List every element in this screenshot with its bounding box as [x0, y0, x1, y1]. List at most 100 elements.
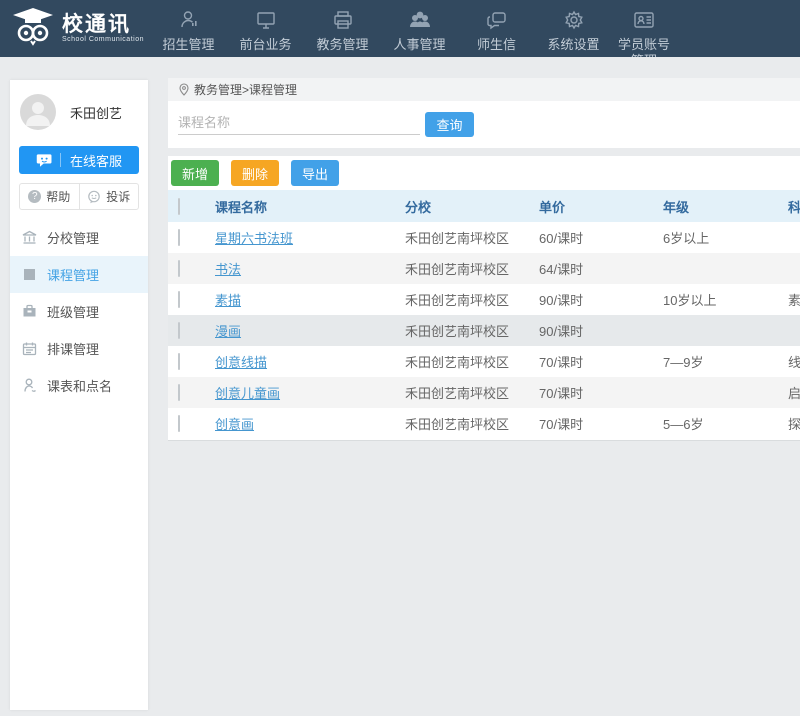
help-button[interactable]: ? 帮助 — [20, 184, 79, 209]
help-complaint-row: ? 帮助 投诉 — [19, 183, 139, 210]
table-row: 素描 禾田创艺南坪校区 90/课时 10岁以上 素 — [168, 284, 800, 315]
sidebar: 禾田创艺 在线客服 ? 帮助 — [10, 80, 148, 710]
course-link[interactable]: 书法 — [215, 262, 241, 277]
nav-item-academic[interactable]: 教务管理 — [304, 8, 381, 53]
sidebar-item-label: 排课管理 — [47, 339, 99, 358]
subject-cell: 探 — [788, 414, 800, 433]
top-navigation-bar: 校通讯 School Communication 招生管理 前台业务 — [0, 0, 800, 57]
nav-item-label: 师生信 — [467, 37, 527, 53]
price-cell: 70/课时 — [539, 352, 663, 371]
sidebar-item-timetable-rollcall[interactable]: 课表和点名 — [10, 367, 148, 404]
nav-item-enrollment[interactable]: 招生管理 — [150, 8, 227, 53]
price-cell: 70/课时 — [539, 414, 663, 433]
course-link[interactable]: 漫画 — [215, 324, 241, 339]
nav-item-frontdesk[interactable]: 前台业务 — [227, 8, 304, 53]
price-cell: 64/课时 — [539, 259, 663, 278]
nav-item-messages[interactable]: 师生信 — [458, 8, 535, 53]
users-icon — [408, 8, 432, 32]
branch-cell: 禾田创艺南坪校区 — [405, 383, 539, 402]
row-checkbox[interactable] — [178, 260, 180, 277]
select-all-checkbox[interactable] — [178, 198, 180, 215]
row-checkbox[interactable] — [178, 384, 180, 401]
subject-cell: 素 — [788, 290, 800, 309]
course-link[interactable]: 创意儿童画 — [215, 386, 280, 401]
table-panel: 新增 删除 导出 课程名称 分校 单价 年级 科 星期六书法班 禾田创艺南坪校区… — [168, 156, 800, 441]
row-checkbox[interactable] — [178, 322, 180, 339]
sidebar-item-branch-management[interactable]: 分校管理 — [10, 219, 148, 256]
owl-logo-icon — [10, 6, 56, 51]
gear-icon — [563, 8, 585, 32]
column-header-branch: 分校 — [405, 197, 539, 216]
grade-cell: 5—6岁 — [663, 414, 788, 433]
grade-cell: 7—9岁 — [663, 352, 788, 371]
course-link[interactable]: 星期六书法班 — [215, 231, 293, 246]
person-icon — [178, 8, 200, 32]
column-header-name: 课程名称 — [215, 197, 405, 216]
question-icon: ? — [28, 190, 41, 203]
search-panel: 查询 — [168, 101, 800, 148]
grade-cell: 10岁以上 — [663, 290, 788, 309]
course-link[interactable]: 创意画 — [215, 417, 254, 432]
nav-item-hr[interactable]: 人事管理 — [381, 8, 458, 53]
user-profile[interactable]: 禾田创艺 — [10, 80, 148, 142]
bank-icon — [21, 229, 38, 246]
nav-items: 招生管理 前台业务 教务管理 — [150, 0, 676, 57]
column-header-grade: 年级 — [663, 197, 788, 216]
nav-item-label: 人事管理 — [390, 37, 450, 53]
subject-cell: 启 — [788, 383, 800, 402]
online-service-label: 在线客服 — [70, 151, 122, 170]
sidebar-item-schedule-management[interactable]: 排课管理 — [10, 330, 148, 367]
price-cell: 60/课时 — [539, 228, 663, 247]
course-link[interactable]: 素描 — [215, 293, 241, 308]
logo-text: 校通讯 School Communication — [62, 14, 144, 43]
chat-icon — [486, 8, 508, 32]
column-header-subject: 科 — [788, 197, 800, 216]
app-logo[interactable]: 校通讯 School Communication — [0, 0, 150, 57]
sidebar-item-label: 课表和点名 — [47, 376, 112, 395]
course-name-input[interactable] — [178, 111, 420, 135]
nav-item-label: 系统设置 — [544, 37, 604, 53]
toolbar: 新增 删除 导出 — [168, 156, 800, 190]
course-link[interactable]: 创意线描 — [215, 355, 267, 370]
complaint-label: 投诉 — [106, 188, 130, 205]
nav-item-settings[interactable]: 系统设置 — [535, 8, 612, 53]
online-service-button[interactable]: 在线客服 — [19, 146, 139, 174]
column-header-price: 单价 — [539, 197, 663, 216]
grade-cell: 6岁以上 — [663, 228, 788, 247]
row-checkbox[interactable] — [178, 291, 180, 308]
sidebar-item-class-management[interactable]: 班级管理 — [10, 293, 148, 330]
query-button[interactable]: 查询 — [425, 112, 474, 137]
logo-title: 校通讯 — [62, 14, 144, 36]
price-cell: 70/课时 — [539, 383, 663, 402]
nav-item-label: 前台业务 — [236, 37, 296, 53]
course-table: 课程名称 分校 单价 年级 科 星期六书法班 禾田创艺南坪校区 60/课时 6岁… — [168, 190, 800, 439]
table-row: 创意儿童画 禾田创艺南坪校区 70/课时 启 — [168, 377, 800, 408]
table-row: 漫画 禾田创艺南坪校区 90/课时 — [168, 315, 800, 346]
branch-cell: 禾田创艺南坪校区 — [405, 352, 539, 371]
row-checkbox[interactable] — [178, 415, 180, 432]
sidebar-item-course-management[interactable]: 课程管理 — [10, 256, 148, 293]
calendar-icon — [21, 340, 38, 357]
chat-bubble-icon — [36, 152, 53, 169]
avatar — [20, 94, 56, 130]
feedback-bubble-icon — [87, 190, 101, 204]
monitor-icon — [255, 8, 277, 32]
add-button[interactable]: 新增 — [171, 160, 219, 186]
nav-item-label: 招生管理 — [159, 37, 219, 53]
nav-item-label: 教务管理 — [313, 37, 373, 53]
sidebar-item-label: 班级管理 — [47, 302, 99, 321]
branch-cell: 禾田创艺南坪校区 — [405, 228, 539, 247]
export-button[interactable]: 导出 — [291, 160, 339, 186]
table-row: 创意画 禾田创艺南坪校区 70/课时 5—6岁 探 — [168, 408, 800, 439]
subject-cell: 线 — [788, 352, 800, 371]
nav-item-student-accounts[interactable]: 学员账号管理 — [612, 8, 676, 57]
branch-cell: 禾田创艺南坪校区 — [405, 321, 539, 340]
price-cell: 90/课时 — [539, 321, 663, 340]
delete-button[interactable]: 删除 — [231, 160, 279, 186]
breadcrumb: 教务管理>课程管理 — [168, 78, 800, 101]
book-icon — [21, 266, 38, 283]
sidebar-menu: 分校管理 课程管理 班级管理 — [10, 219, 148, 404]
row-checkbox[interactable] — [178, 229, 180, 246]
row-checkbox[interactable] — [178, 353, 180, 370]
complaint-button[interactable]: 投诉 — [79, 184, 139, 209]
